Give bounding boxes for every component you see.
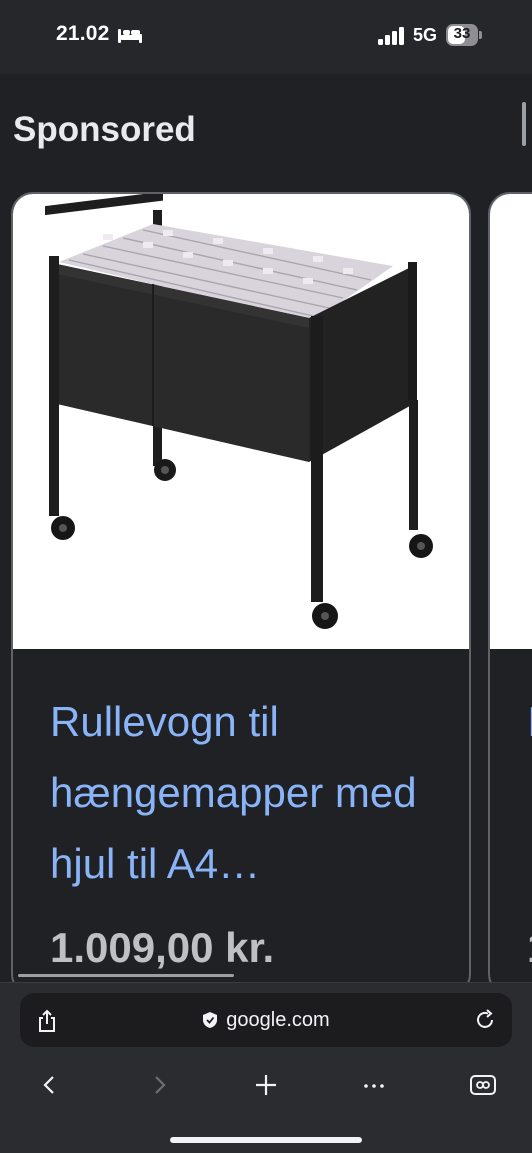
product-title-link[interactable]: Rullevogn til hængemapper med hjul til A… — [50, 686, 450, 899]
rolling-file-cart-image[interactable] — [13, 194, 469, 649]
section-title: Sponsored — [13, 110, 196, 149]
product-price: 1.009,00 kr. — [50, 924, 275, 971]
forward-icon — [155, 1076, 166, 1094]
product-card[interactable]: Rullevogn til hængemapper med hjul til A… — [11, 192, 471, 996]
more-button[interactable] — [354, 1065, 394, 1105]
network-label: 5G — [413, 25, 438, 45]
product-illustration — [45, 194, 433, 629]
status-bar: 21.02 5G 33 — [0, 0, 532, 74]
address-bar[interactable]: google.com — [20, 993, 512, 1047]
screen: 21.02 5G 33 Sponsored Rullevogn til hæng… — [0, 0, 532, 1153]
back-icon — [43, 1076, 54, 1094]
tabs-icon — [470, 1075, 496, 1095]
battery-icon: 33 — [446, 24, 482, 46]
plus-icon — [256, 1075, 276, 1095]
home-indicator[interactable] — [170, 1137, 362, 1143]
browser-toolbar: google.com — [0, 982, 532, 1153]
status-time: 21.02 — [56, 22, 110, 45]
product-title-next[interactable]: I — [527, 686, 532, 757]
product-image-next[interactable] — [490, 194, 532, 649]
price-underline — [18, 974, 234, 977]
back-button[interactable] — [30, 1065, 70, 1105]
url-display[interactable]: google.com — [20, 993, 512, 1047]
product-card-next[interactable]: I 1 — [488, 192, 532, 996]
url-text: google.com — [226, 1008, 330, 1031]
product-price-next: 1 — [527, 924, 532, 972]
new-tab-button[interactable] — [246, 1065, 286, 1105]
tabs-button[interactable] — [462, 1065, 502, 1105]
forward-button[interactable] — [139, 1065, 179, 1105]
browser-nav-row — [0, 1065, 532, 1105]
battery-percent: 33 — [453, 25, 471, 42]
more-icon — [364, 1084, 384, 1088]
shield-icon — [203, 1012, 218, 1028]
reload-icon[interactable] — [474, 1009, 496, 1031]
signal-icon — [378, 27, 404, 45]
horizontal-scroll-indicator — [522, 102, 526, 146]
bed-icon — [118, 29, 142, 43]
